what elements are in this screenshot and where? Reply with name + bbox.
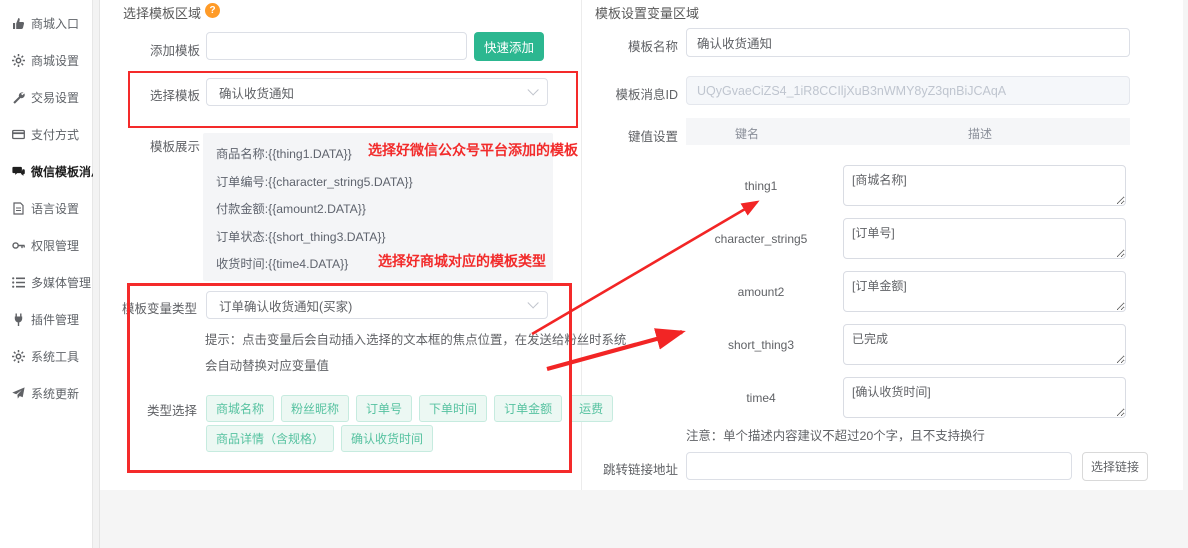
gear-icon (12, 350, 25, 363)
jump-link-label: 跳转链接地址 (560, 459, 678, 478)
template-line: 商品名称:{{thing1.DATA}} (216, 141, 553, 169)
right-panel-title: 模板设置变量区域 (595, 3, 699, 22)
tag-order-amount[interactable]: 订单金额 (494, 395, 562, 422)
hint-line-2: 会自动替换对应变量值 (205, 356, 329, 374)
template-id-input (686, 76, 1130, 105)
select-link-button[interactable]: 选择链接 (1082, 452, 1148, 481)
kv-desc-short-thing3[interactable]: 已完成 (843, 324, 1126, 365)
template-display-box: 商品名称:{{thing1.DATA}} 订单编号:{{character_st… (203, 133, 553, 281)
sidebar-item-trade-settings[interactable]: 交易设置 (0, 79, 92, 116)
hint-line-1: 提示：点击变量后会自动插入选择的文本框的焦点位置，在发送给粉丝时系统 (205, 330, 626, 348)
sidebar-item-language-settings[interactable]: 语言设置 (0, 190, 92, 227)
tag-order-time[interactable]: 下单时间 (419, 395, 487, 422)
select-template-label: 选择模板 (120, 85, 200, 104)
kv-key-thing1: thing1 (686, 179, 836, 193)
tag-confirm-receipt-time[interactable]: 确认收货时间 (341, 425, 433, 452)
variable-type-label: 模板变量类型 (115, 298, 197, 317)
template-line: 收货时间:{{time4.DATA}} (216, 251, 553, 279)
sidebar-item-label: 商城入口 (31, 15, 79, 32)
tag-mall-name[interactable]: 商城名称 (206, 395, 274, 422)
template-display-label: 模板展示 (120, 136, 200, 155)
chevron-down-icon (527, 297, 538, 308)
tag-order-number[interactable]: 订单号 (356, 395, 412, 422)
sidebar-item-plugin-management[interactable]: 插件管理 (0, 301, 92, 338)
tag-shipping-fee[interactable]: 运费 (569, 395, 613, 422)
sidebar-item-system-update[interactable]: 系统更新 (0, 375, 92, 412)
sidebar-scrollbar[interactable] (93, 0, 100, 548)
kv-col-key: 键名 (717, 125, 777, 142)
paper-plane-icon (12, 387, 25, 400)
chat-bubble-icon (12, 165, 25, 178)
tag-fan-nickname[interactable]: 粉丝昵称 (281, 395, 349, 422)
jump-link-input[interactable] (686, 452, 1072, 480)
sidebar-item-label: 插件管理 (31, 311, 79, 328)
gear-icon (12, 54, 25, 67)
template-id-label: 模板消息ID (560, 84, 678, 103)
hand-pointer-icon (12, 17, 25, 30)
chevron-down-icon (527, 84, 538, 95)
kv-key-character-string5: character_string5 (686, 232, 836, 246)
quick-add-button[interactable]: 快速添加 (474, 32, 544, 61)
template-line: 付款金额:{{amount2.DATA}} (216, 196, 553, 224)
sidebar-item-label: 系统工具 (31, 348, 79, 365)
wrench-icon (12, 91, 25, 104)
sidebar-item-mall-settings[interactable]: 商城设置 (0, 42, 92, 79)
sidebar-item-permission-management[interactable]: 权限管理 (0, 227, 92, 264)
book-icon (12, 202, 25, 215)
sidebar: 商城入口 商城设置 交易设置 支付方式 微信模板消息 语言设置 权限管理 多媒体… (0, 0, 93, 548)
template-name-label: 模板名称 (560, 36, 678, 55)
add-template-label: 添加模板 (120, 40, 200, 59)
left-panel-title: 选择模板区域 (123, 3, 201, 22)
template-name-input[interactable] (686, 28, 1130, 57)
sidebar-item-label: 系统更新 (31, 385, 79, 402)
tag-product-detail[interactable]: 商品详情（含规格） (206, 425, 334, 452)
kv-desc-time4[interactable]: [确认收货时间] (843, 377, 1126, 418)
kv-desc-amount2[interactable]: [订单金额] (843, 271, 1126, 312)
sidebar-item-payment-methods[interactable]: 支付方式 (0, 116, 92, 153)
type-tags-row-2: 商品详情（含规格） 确认收货时间 (206, 425, 433, 452)
sidebar-item-label: 交易设置 (31, 89, 79, 106)
template-line: 订单编号:{{character_string5.DATA}} (216, 169, 553, 197)
sidebar-item-label: 权限管理 (31, 237, 79, 254)
sidebar-item-wechat-template-message[interactable]: 微信模板消息 (0, 153, 92, 190)
kv-key-time4: time4 (686, 391, 836, 405)
variable-type-dropdown[interactable]: 订单确认收货通知(买家) (206, 291, 548, 319)
variable-type-value: 订单确认收货通知(买家) (219, 296, 352, 315)
sidebar-item-label: 商城设置 (31, 52, 79, 69)
list-icon (12, 276, 25, 289)
add-template-input[interactable] (206, 32, 467, 60)
kv-note: 注意：单个描述内容建议不超过20个字，且不支持换行 (686, 426, 985, 444)
kv-desc-thing1[interactable]: [商城名称] (843, 165, 1126, 206)
template-line: 订单状态:{{short_thing3.DATA}} (216, 224, 553, 252)
kv-header-row: 键名 描述 (686, 118, 1130, 145)
sidebar-item-label: 语言设置 (31, 200, 79, 217)
kv-desc-character-string5[interactable]: [订单号] (843, 218, 1126, 259)
sidebar-item-multimedia-management[interactable]: 多媒体管理 (0, 264, 92, 301)
kv-key-amount2: amount2 (686, 285, 836, 299)
type-select-label: 类型选择 (120, 400, 197, 419)
select-template-value: 确认收货通知 (219, 83, 294, 102)
sidebar-item-label: 支付方式 (31, 126, 79, 143)
sidebar-item-label: 多媒体管理 (31, 274, 91, 291)
key-icon (12, 239, 25, 252)
kv-settings-label: 键值设置 (560, 126, 678, 145)
sidebar-item-system-tools[interactable]: 系统工具 (0, 338, 92, 375)
select-template-dropdown[interactable]: 确认收货通知 (206, 78, 548, 106)
sidebar-item-mall-entrance[interactable]: 商城入口 (0, 5, 92, 42)
credit-card-icon (12, 128, 25, 141)
plug-icon (12, 313, 25, 326)
kv-col-desc: 描述 (950, 125, 1010, 142)
kv-key-short-thing3: short_thing3 (686, 338, 836, 352)
help-icon[interactable]: ? (205, 3, 220, 18)
type-tags-row-1: 商城名称 粉丝昵称 订单号 下单时间 订单金额 运费 (206, 395, 613, 422)
